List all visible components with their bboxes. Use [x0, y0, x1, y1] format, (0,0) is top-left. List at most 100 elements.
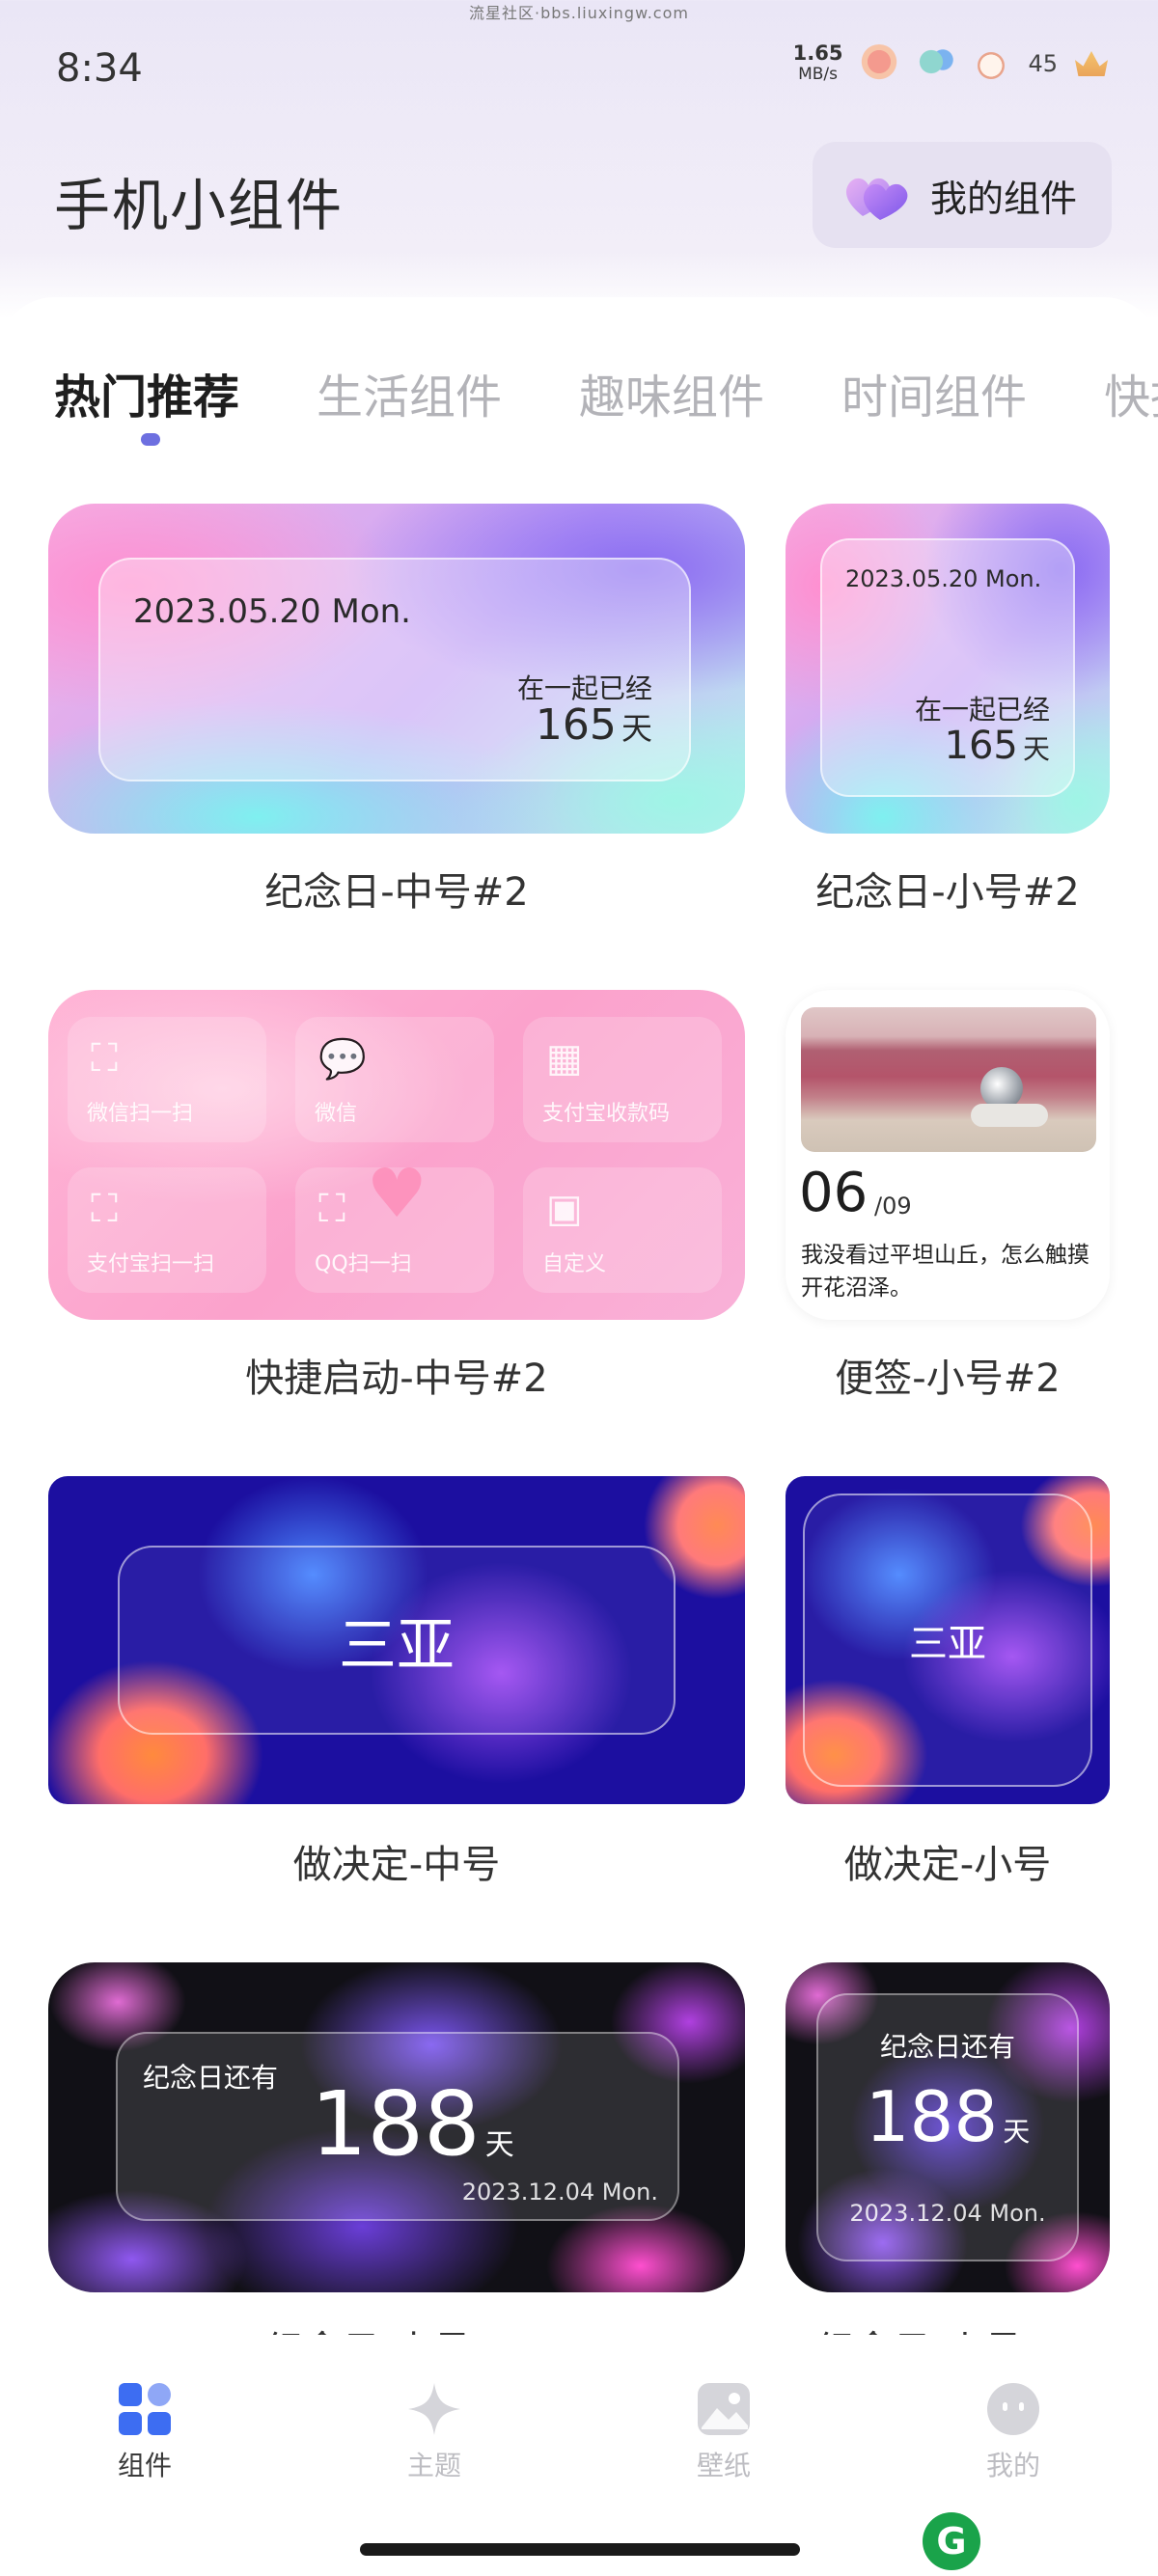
- grid-icon: ▣: [546, 1187, 583, 1231]
- note-small-widget[interactable]: 06 /09 我没看过平坦山丘，怎么触摸开花沼泽。: [786, 990, 1110, 1320]
- anniversary-unit: 天: [620, 710, 652, 747]
- nav-wallpapers[interactable]: 壁纸: [627, 2381, 820, 2483]
- countdown-days: 188: [311, 2072, 481, 2176]
- quick-launch-medium-label: 快捷启动-中号#2: [245, 1357, 548, 1401]
- quick-tile-label: QQ扫一扫: [315, 1252, 412, 1276]
- tab-fun[interactable]: 趣味组件: [579, 359, 764, 426]
- nav-label: 组件: [117, 2450, 172, 2481]
- countdown-medium-panel: 纪念日还有 188 天 2023.12.04 Mon.: [116, 2032, 679, 2221]
- status-icons: 1.65 MB/s 45: [793, 42, 1108, 85]
- anniversary-small-label: 纪念日-小号#2: [815, 870, 1080, 915]
- astronaut-body: [971, 1104, 1048, 1127]
- app-logo-icon: G: [923, 2512, 980, 2570]
- countdown-small-caption: 纪念日还有: [879, 2031, 1015, 2063]
- tab-life[interactable]: 生活组件: [317, 359, 502, 426]
- decide-small-label: 做决定-小号: [843, 1843, 1052, 1887]
- note-text: 我没看过平坦山丘，怎么触摸开花沼泽。: [801, 1243, 1089, 1301]
- hearts-icon: [845, 178, 908, 220]
- net-speed: 1.65 MB/s: [793, 42, 843, 85]
- net-speed-unit: MB/s: [798, 65, 838, 84]
- countdown-small-date: 2023.12.04 Mon.: [849, 2200, 1046, 2227]
- note-small-label: 便签-小号#2: [835, 1357, 1061, 1401]
- anniversary-medium-widget[interactable]: 2023.05.20 Mon. 在一起已经 165 天: [48, 504, 745, 834]
- anniversary-days: 165: [535, 700, 617, 750]
- anniversary-small-unit: 天: [1022, 733, 1050, 765]
- anniversary-small-widget[interactable]: 2023.05.20 Mon. 在一起已经 165 天: [786, 504, 1110, 834]
- flower-sticker-icon: [860, 44, 899, 83]
- quick-tile-custom[interactable]: ▣ 自定义: [523, 1167, 722, 1293]
- anniversary-small-panel: 2023.05.20 Mon. 在一起已经 165 天: [820, 538, 1075, 797]
- scan-icon: ⛶: [91, 1036, 118, 1081]
- anniversary-date: 2023.05.20 Mon.: [133, 592, 411, 631]
- profile-icon: [987, 2383, 1039, 2435]
- anniversary-medium-panel: 2023.05.20 Mon. 在一起已经 165 天: [98, 558, 691, 781]
- net-speed-value: 1.65: [792, 41, 843, 65]
- decide-medium-label: 做决定-中号: [292, 1843, 501, 1887]
- widgets-icon: [119, 2383, 171, 2435]
- battery-level: 45: [1028, 50, 1058, 77]
- tab-shortcut[interactable]: 快捷: [1104, 359, 1158, 426]
- quick-tile-label: 支付宝收款码: [542, 1102, 671, 1126]
- page-title: 手机小组件: [54, 173, 345, 238]
- nav-profile[interactable]: 我的: [917, 2381, 1110, 2483]
- decide-medium-text: 三亚: [339, 1611, 455, 1680]
- my-widgets-label: 我的组件: [930, 177, 1078, 220]
- cow-sticker-icon: [972, 44, 1011, 83]
- scan-icon: ⛶: [91, 1187, 118, 1231]
- active-tab-indicator: [141, 433, 160, 446]
- countdown-small-panel: 纪念日还有 188 天 2023.12.04 Mon.: [816, 1993, 1079, 2261]
- quick-tile-alipay-scan[interactable]: ⛶ 支付宝扫一扫: [68, 1167, 266, 1293]
- quick-tile-wechat-scan[interactable]: ⛶ 微信扫一扫: [68, 1017, 266, 1142]
- countdown-unit: 天: [484, 2128, 514, 2162]
- nav-label: 壁纸: [696, 2450, 751, 2481]
- decide-small-widget[interactable]: 三亚: [786, 1476, 1110, 1804]
- image-icon: [698, 2383, 750, 2435]
- quick-tile-alipay-code[interactable]: ▦ 支付宝收款码: [523, 1017, 722, 1142]
- wechat-icon: 💬: [318, 1037, 367, 1082]
- quick-tile-label: 微信扫一扫: [87, 1102, 194, 1126]
- note-day: 06: [799, 1162, 868, 1224]
- countdown-small-widget[interactable]: 纪念日还有 188 天 2023.12.04 Mon.: [786, 1962, 1110, 2292]
- countdown-small-count: 188 天: [818, 2076, 1077, 2157]
- countdown-small-days: 188: [865, 2076, 999, 2157]
- quick-tile-label: 支付宝扫一扫: [87, 1252, 215, 1276]
- note-month: /09: [874, 1192, 912, 1219]
- anniversary-medium-label: 纪念日-中号#2: [264, 870, 529, 915]
- tab-hot[interactable]: 热门推荐: [54, 359, 239, 426]
- status-time: 8:34: [56, 46, 143, 91]
- nav-widgets[interactable]: 组件: [48, 2381, 241, 2483]
- countdown-medium-widget[interactable]: 纪念日还有 188 天 2023.12.04 Mon.: [48, 1962, 745, 2292]
- anniversary-count: 165 天: [536, 700, 652, 750]
- anniversary-small-caption: 在一起已经: [914, 694, 1050, 726]
- tab-time[interactable]: 时间组件: [841, 359, 1027, 426]
- nav-label: 主题: [406, 2450, 461, 2481]
- countdown-date: 2023.12.04 Mon.: [461, 2179, 658, 2206]
- balloon-wifi-icon: [916, 44, 955, 83]
- decide-small-text: 三亚: [909, 1622, 986, 1666]
- my-widgets-button[interactable]: 我的组件: [813, 142, 1112, 248]
- heart-icon: ♥: [367, 1154, 427, 1233]
- home-indicator[interactable]: [360, 2543, 800, 2556]
- category-tabs: 热门推荐 生活组件 趣味组件 时间组件 快捷: [54, 359, 1158, 426]
- note-photo: [801, 1007, 1096, 1152]
- countdown-caption: 纪念日还有: [143, 2062, 279, 2094]
- decide-medium-panel: 三亚: [118, 1546, 676, 1735]
- nav-themes[interactable]: 主题: [338, 2381, 531, 2483]
- decide-medium-widget[interactable]: 三亚: [48, 1476, 745, 1804]
- quick-tile-label: 微信: [315, 1102, 358, 1126]
- countdown-small-unit: 天: [1003, 2116, 1031, 2148]
- countdown-count: 188 天: [311, 2072, 514, 2176]
- scan-icon: ⛶: [318, 1187, 345, 1231]
- anniversary-small-days: 165: [944, 724, 1018, 768]
- quick-launch-medium-widget[interactable]: ⛶ 微信扫一扫 💬 微信 ▦ 支付宝收款码 ⛶ 支付宝扫一扫 ⛶ QQ扫一扫 ▣…: [48, 990, 745, 1320]
- anniversary-small-count: 165 天: [945, 724, 1050, 768]
- anniversary-small-date: 2023.05.20 Mon.: [845, 565, 1042, 592]
- watermark: 流星社区·bbs.liuxingw.com: [469, 4, 689, 22]
- sparkle-icon: [408, 2383, 460, 2435]
- quick-tile-wechat[interactable]: 💬 微信: [295, 1017, 494, 1142]
- nav-label: 我的: [985, 2450, 1040, 2481]
- quick-tile-label: 自定义: [542, 1252, 607, 1276]
- qr-code-icon: ▦: [546, 1036, 583, 1081]
- decide-small-panel: 三亚: [803, 1494, 1092, 1787]
- crown-sticker-icon: [1075, 51, 1108, 76]
